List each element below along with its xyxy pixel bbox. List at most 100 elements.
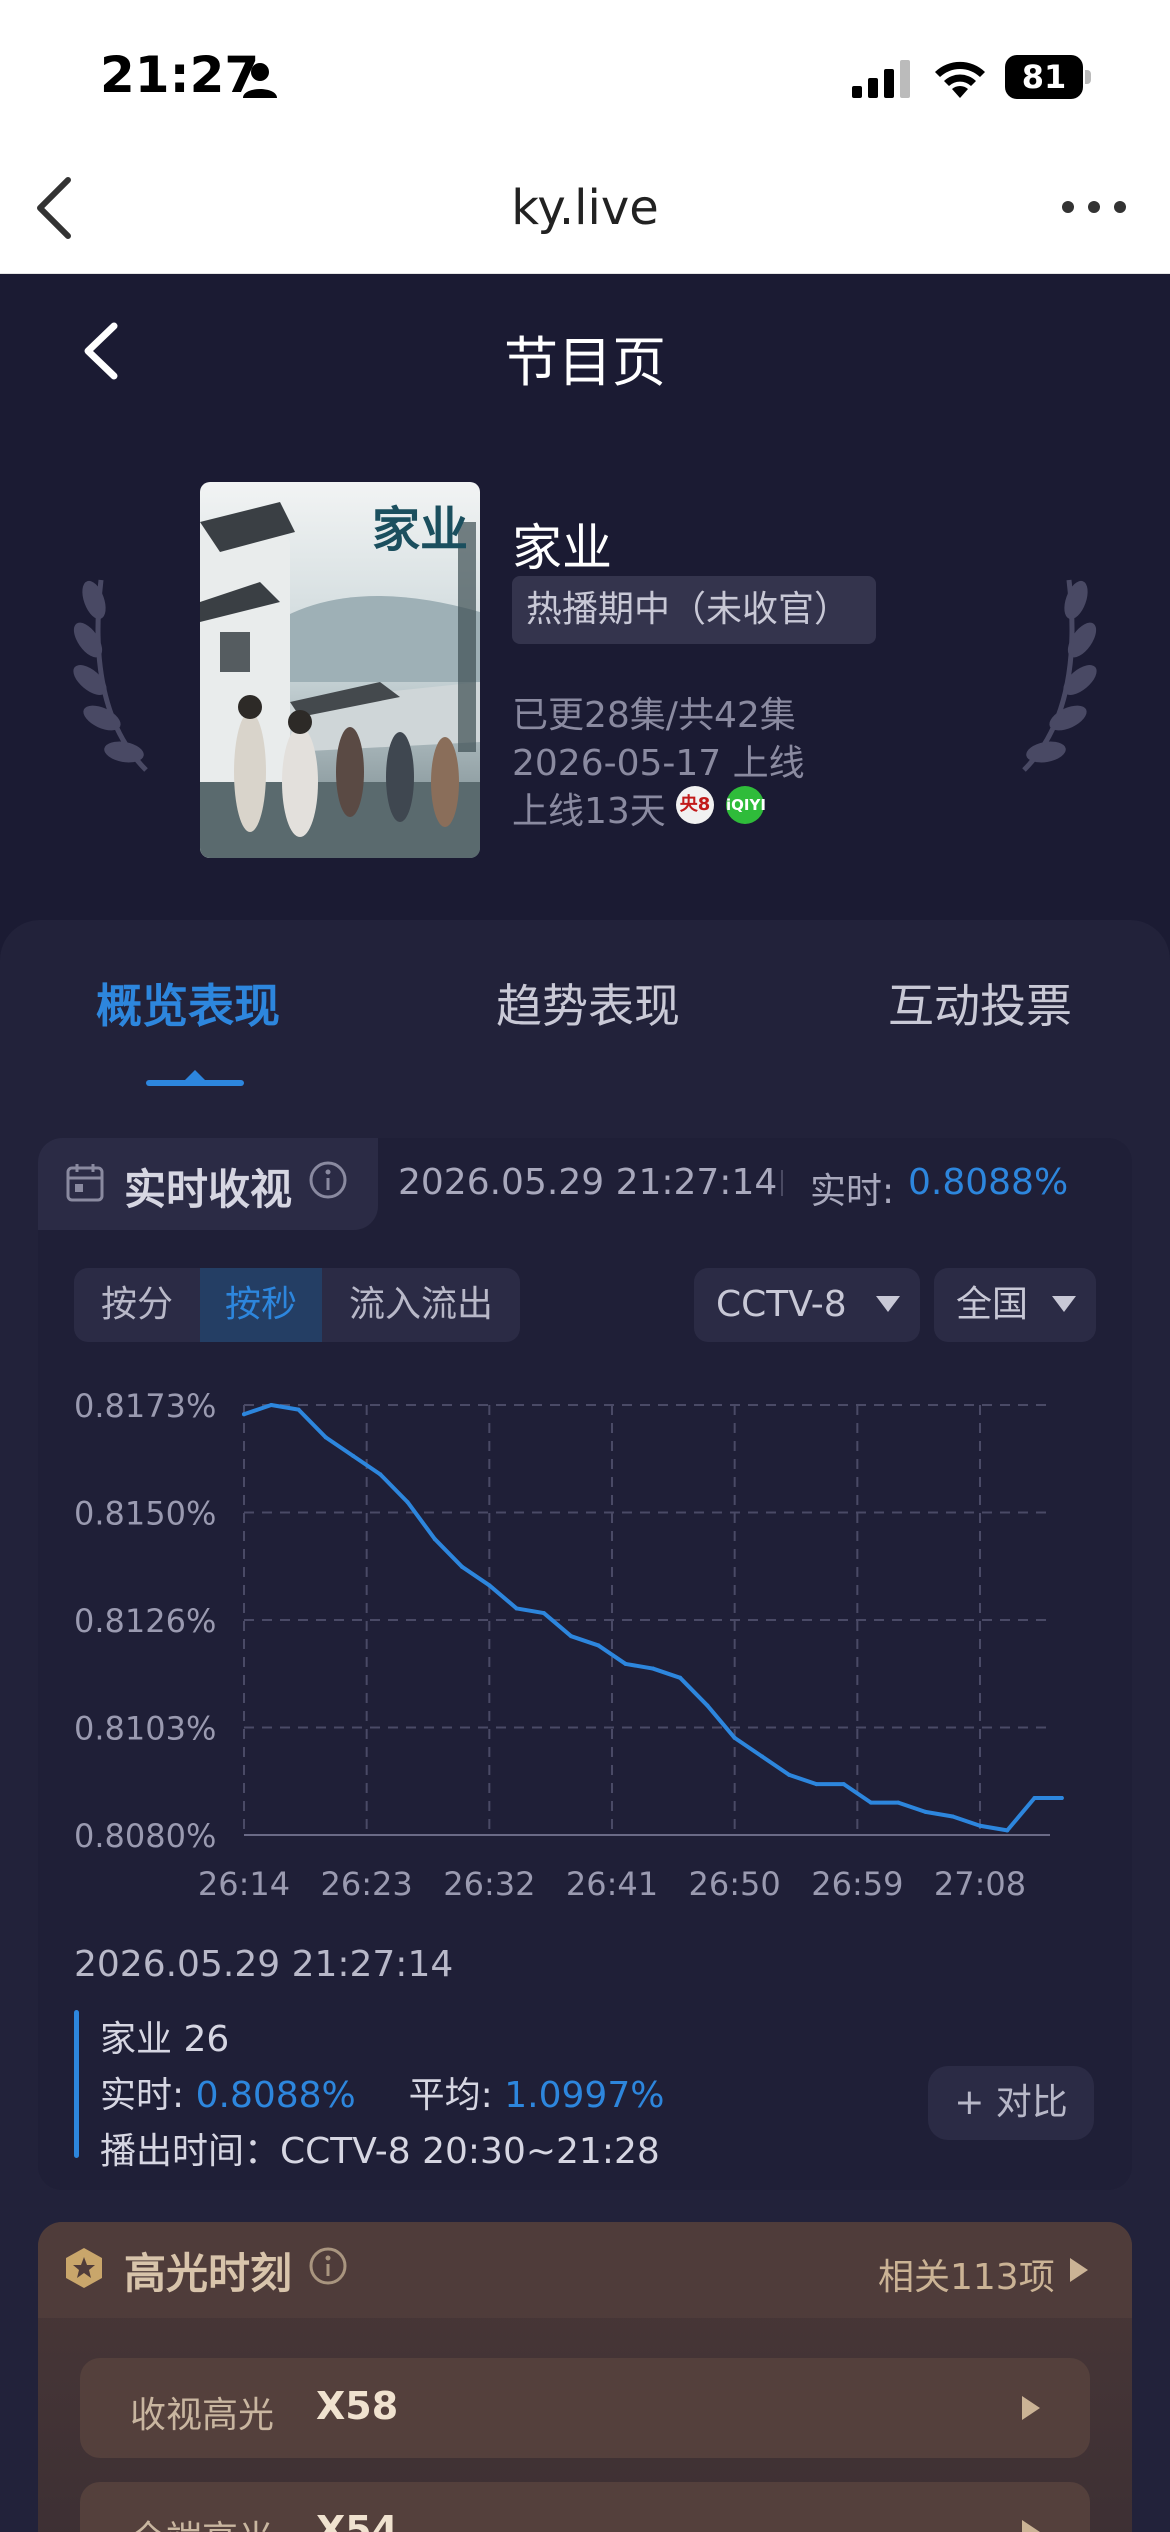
detail-timestamp: 2026.05.29 21:27:14 [74,1944,454,1985]
detail-avg-value: 1.0997% [504,2075,665,2116]
x-tick-label: 26:41 [566,1865,658,1903]
highlight-row-label: 全端高光 [130,2510,274,2532]
more-options-icon[interactable] [1058,192,1130,222]
highlight-row[interactable]: 收视高光 X58 [80,2358,1090,2458]
segment-by-minute[interactable]: 按分 [74,1268,200,1342]
data-point [460,1564,465,1569]
browser-bar: ky.live [0,150,1170,274]
x-tick-label: 26:23 [321,1865,413,1903]
realtime-label: 实时收视 [124,1165,293,1214]
data-point [514,1606,519,1611]
tab-vote[interactable]: 互动投票 [888,970,1072,1036]
detail-avg-label: 平均: [408,2075,493,2116]
play-arrow-icon [1022,2520,1040,2532]
data-point [814,1782,819,1787]
data-point [269,1403,274,1407]
segment-by-second[interactable]: 按秒 [200,1268,322,1342]
tab-overview[interactable]: 概览表现 [96,970,280,1036]
divider [781,1170,783,1196]
y-tick-label: 0.8080% [74,1817,216,1855]
data-point [296,1407,301,1412]
detail-now-value: 0.8088% [195,2075,356,2116]
program-name: 家业 [512,519,612,577]
detail-accent-bar [74,2010,79,2158]
data-point [896,1800,901,1805]
ratings-line-chart[interactable]: 0.8173% 0.8150% 0.8126% 0.8103% 0.8080% 26:14… [40,1370,1130,1910]
data-point [732,1735,737,1740]
compare-button[interactable]: + 对比 [928,2066,1094,2140]
data-point [541,1611,546,1616]
data-point [705,1703,710,1708]
laurel-left-icon [73,579,148,772]
detail-now-label: 实时: [100,2075,185,2116]
data-point [623,1661,628,1666]
x-tick-label: 26:32 [443,1865,535,1903]
data-point [351,1453,356,1458]
region-dropdown[interactable]: 全国 [934,1268,1096,1342]
data-point [242,1412,246,1417]
data-point [487,1583,492,1588]
program-poster[interactable]: 家业 [200,482,480,858]
y-tick-label: 0.8173% [74,1387,216,1425]
highlight-row-label: 收视高光 [130,2395,275,2436]
active-tab-indicator [146,1080,244,1086]
cctv8-icon: 央8 [676,786,714,824]
y-tick-label: 0.8103% [74,1710,216,1748]
status-time: 21:27 [100,46,260,104]
data-point [759,1754,764,1759]
detail-ratings: 实时: 0.8088% 平均: 1.0997% [100,2066,664,2118]
active-tab-indicator-arrow [185,1070,205,1080]
data-point [978,1823,982,1828]
play-arrow-icon[interactable] [1070,2258,1088,2282]
highlight-row-value: X58 [316,2384,399,2428]
cellular-signal-icon [852,60,910,98]
channel-dropdown[interactable]: CCTV-8 [694,1268,920,1342]
data-point [378,1472,383,1477]
episode-count: 已更28集/共42集 [512,695,796,736]
play-arrow-icon [1022,2396,1040,2420]
highlights-title: 高光时刻 [124,2249,293,2298]
data-point [787,1772,792,1777]
premiere-date: 2026-05-17 上线 [512,743,805,784]
segment-inflow-outflow[interactable]: 流入流出 [322,1268,520,1342]
data-point [432,1537,437,1542]
poster-title: 家业 [371,502,468,558]
data-point [650,1666,655,1671]
caret-down-icon [876,1296,900,1312]
data-point [1059,1796,1064,1801]
data-point [923,1809,928,1814]
x-tick-label: 26:59 [811,1865,903,1903]
x-tick-label: 26:50 [689,1865,781,1903]
info-icon[interactable] [308,1160,348,1200]
data-point [323,1435,328,1440]
data-point [868,1800,873,1805]
highlights-related-link[interactable]: 相关113项 [878,2248,1055,2300]
realtime-now-value: 0.8088% [908,1162,1069,1203]
data-point [841,1782,846,1787]
days-online: 上线13天 [512,791,666,832]
realtime-now-label: 实时: [810,1171,895,1212]
x-tick-label: 26:14 [198,1865,290,1903]
battery-icon: 81 [1005,55,1091,99]
data-point [1032,1796,1037,1801]
caret-down-icon [1052,1296,1076,1312]
tab-trend[interactable]: 趋势表现 [496,970,680,1036]
data-point [950,1814,955,1819]
detail-airtime: 播出时间：CCTV-8 20:30~21:28 [100,2131,660,2172]
data-point [678,1675,683,1680]
browser-title: ky.live [511,180,659,236]
star-badge-icon [66,2248,102,2288]
region-dropdown-value: 全国 [956,1284,1029,1325]
highlight-row-value: X54 [316,2508,399,2532]
person-icon [243,63,277,98]
x-tick-label: 27:08 [934,1865,1026,1903]
data-point [569,1634,574,1639]
highlight-row[interactable]: 全端高光 X54 [80,2482,1090,2532]
info-icon[interactable] [308,2246,348,2286]
battery-level: 81 [1021,58,1067,96]
realtime-timestamp: 2026.05.29 21:27:14 [398,1162,778,1203]
data-point [405,1500,410,1505]
status-bar: 21:27 81 [0,0,1170,150]
iqiyi-icon: iQIYI [726,786,766,824]
detail-episode: 家业 26 [100,2019,230,2060]
